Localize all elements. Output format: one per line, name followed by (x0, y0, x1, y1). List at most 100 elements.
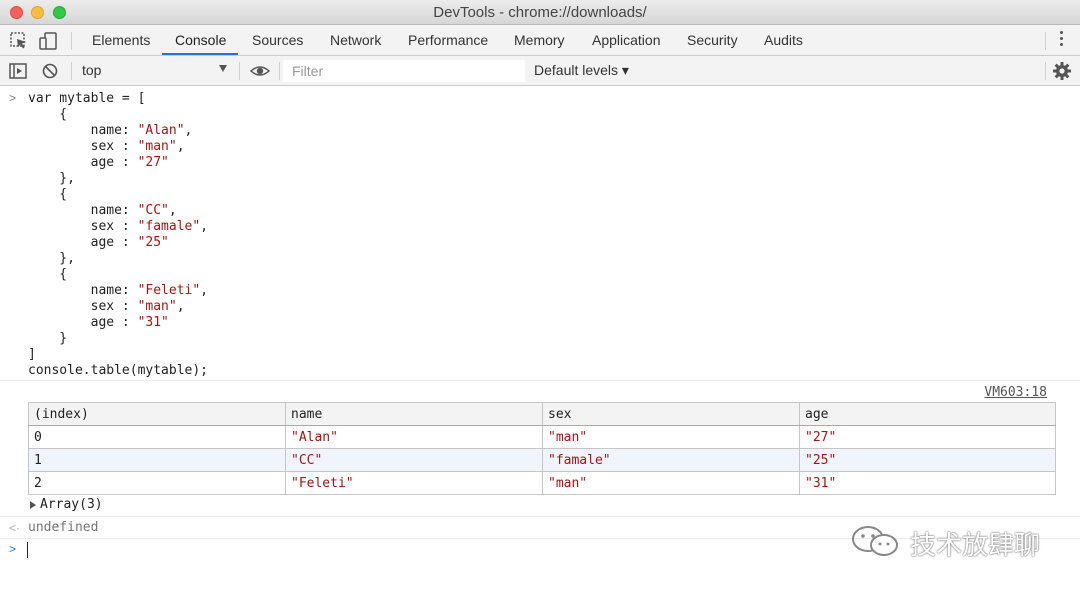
code-text: , (176, 139, 185, 154)
string-literal: "27" (137, 155, 169, 170)
code-text: age : (28, 315, 138, 330)
code-text: } (28, 331, 68, 346)
table-cell: "Feleti" (285, 471, 543, 495)
console-toolbar: top Default levels ▾ (0, 56, 1080, 86)
toolbar-divider (239, 62, 240, 80)
clear-console-icon[interactable] (40, 61, 60, 81)
source-link[interactable]: VM603:18 (984, 385, 1047, 400)
console-output[interactable]: > var mytable = [ { name: "Alan", sex : … (0, 87, 1080, 590)
console-input-caret[interactable] (27, 542, 28, 558)
string-literal: "25" (137, 235, 169, 250)
title-bar: DevTools - chrome://downloads/ (0, 0, 1080, 25)
code-text: { (28, 267, 68, 282)
code-line: console.table(mytable); (28, 363, 208, 379)
sidebar-toggle-icon[interactable] (8, 61, 28, 81)
code-line: sex : "man", (28, 139, 185, 155)
table-cell: 1 (28, 448, 286, 472)
watermark-text: 技术放肆聊 (910, 530, 1041, 560)
code-text: , (176, 299, 185, 314)
tab-sources[interactable]: Sources (252, 25, 303, 55)
column-header[interactable]: age (799, 402, 1056, 426)
toolbar-divider (71, 62, 72, 80)
tab-performance[interactable]: Performance (408, 25, 488, 55)
return-arrow-icon: <· (9, 521, 21, 535)
code-text: console.table(mytable); (28, 363, 209, 378)
code-text: sex : (28, 139, 138, 154)
code-line: name: "CC", (28, 203, 177, 219)
code-line: age : "31" (28, 315, 169, 331)
toolbar-divider (71, 32, 72, 50)
table-cell: "Alan" (285, 425, 543, 449)
table-cell: "CC" (285, 448, 543, 472)
code-line: name: "Feleti", (28, 283, 208, 299)
code-text: age : (28, 235, 138, 250)
array-summary[interactable]: Array(3) (40, 497, 103, 512)
code-line: }, (28, 171, 75, 187)
table-row: 1 "CC" "famale" "25" (28, 448, 1056, 472)
inspect-element-icon[interactable] (9, 31, 29, 51)
table-row: 0 "Alan" "man" "27" (28, 425, 1056, 449)
code-text: , (200, 283, 209, 298)
toolbar-divider (1045, 32, 1046, 50)
table-cell: "man" (542, 471, 800, 495)
table-cell: "man" (542, 425, 800, 449)
column-header[interactable]: (index) (28, 402, 286, 426)
code-text: { (28, 187, 68, 202)
code-line: { (28, 187, 67, 203)
table-cell: "27" (799, 425, 1056, 449)
code-line: var mytable = [ (28, 91, 145, 107)
table-cell: 2 (28, 471, 286, 495)
code-line: { (28, 267, 67, 283)
string-literal: "Alan" (137, 123, 185, 138)
table-cell: "25" (799, 448, 1056, 472)
code-text: }, (28, 171, 75, 186)
code-text: , (200, 219, 209, 234)
string-literal: "Feleti" (137, 283, 201, 298)
column-header[interactable]: sex (542, 402, 800, 426)
column-header[interactable]: name (285, 402, 543, 426)
more-options-icon[interactable] (1060, 31, 1064, 49)
code-text: ] (28, 347, 36, 362)
device-toolbar-icon[interactable] (38, 31, 58, 51)
table-cell: "famale" (542, 448, 800, 472)
code-line: age : "25" (28, 235, 169, 251)
code-text: { (28, 107, 68, 122)
tab-audits[interactable]: Audits (764, 25, 803, 55)
string-literal: "famale" (137, 219, 201, 234)
code-line: sex : "man", (28, 299, 185, 315)
table-row: 2 "Feleti" "man" "31" (28, 471, 1056, 495)
tab-security[interactable]: Security (687, 25, 738, 55)
log-levels-dropdown[interactable]: Default levels ▾ (534, 62, 629, 79)
code-text: name: (28, 123, 138, 138)
wechat-logo-icon (852, 526, 898, 556)
tab-elements[interactable]: Elements (92, 25, 150, 55)
active-tab-indicator (162, 53, 238, 55)
eye-icon[interactable] (249, 61, 271, 81)
tab-memory[interactable]: Memory (514, 25, 565, 55)
input-prompt-icon: > (9, 542, 17, 556)
table-cell: 0 (28, 425, 286, 449)
gear-icon[interactable] (1052, 61, 1072, 81)
code-line: ] (28, 347, 36, 363)
filter-input[interactable] (283, 60, 525, 82)
expand-triangle-icon[interactable] (30, 501, 36, 509)
tab-console[interactable]: Console (175, 25, 226, 55)
chevron-down-icon[interactable] (219, 65, 227, 72)
toolbar-divider (279, 62, 280, 80)
string-literal: "man" (137, 299, 177, 314)
code-text: name: (28, 283, 138, 298)
string-literal: "31" (137, 315, 169, 330)
table-header-row: (index) name sex age (28, 402, 1056, 426)
code-line: } (28, 331, 67, 347)
message-divider (0, 380, 1080, 381)
console-table: (index) name sex age 0 "Alan" "man" "27"… (28, 402, 1056, 495)
tab-application[interactable]: Application (592, 25, 661, 55)
context-selector[interactable]: top (82, 62, 101, 78)
code-text: , (184, 123, 193, 138)
code-text: , (168, 203, 177, 218)
code-text: age : (28, 155, 138, 170)
string-literal: "man" (137, 139, 177, 154)
return-value: undefined (28, 520, 99, 535)
code-text: sex : (28, 219, 138, 234)
tab-network[interactable]: Network (330, 25, 381, 55)
